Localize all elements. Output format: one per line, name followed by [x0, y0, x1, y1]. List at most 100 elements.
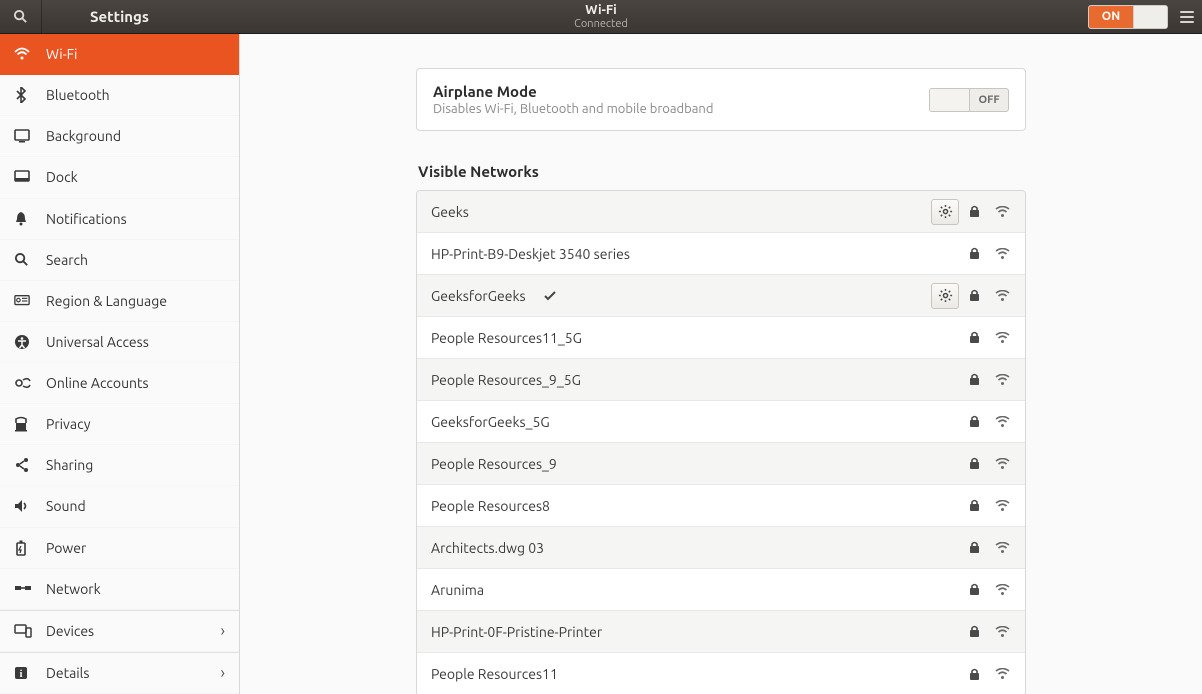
lock-icon [969, 668, 985, 681]
sidebar-item-label: Online Accounts [46, 375, 149, 391]
wifi-signal-icon [995, 626, 1011, 638]
sidebar-item-devices[interactable]: Devices › [0, 611, 239, 652]
dock-icon [14, 170, 32, 184]
network-row[interactable]: GeeksforGeeks_5G [417, 401, 1025, 443]
wifi-signal-icon [995, 206, 1011, 218]
sidebar-item-label: Sharing [46, 457, 93, 473]
lock-icon [969, 373, 985, 386]
wifi-toggle-knob [1133, 6, 1167, 28]
sidebar-item-wi-fi[interactable]: Wi-Fi [0, 34, 239, 75]
menu-button[interactable] [1176, 11, 1198, 23]
lock-icon [969, 289, 985, 302]
sidebar-item-label: Search [46, 252, 88, 268]
sidebar-item-label: Universal Access [46, 334, 149, 350]
app-title: Settings [90, 8, 149, 25]
network-row[interactable]: Architects.dwg 03 [417, 527, 1025, 569]
network-name: People Resources11 [431, 666, 558, 682]
wifi-signal-icon [995, 584, 1011, 596]
sidebar-item-region-language[interactable]: Region & Language [0, 281, 239, 322]
sidebar-item-label: Dock [46, 169, 78, 185]
airplane-mode-toggle[interactable]: OFF [929, 88, 1009, 112]
network-row[interactable]: HP-Print-B9-Deskjet 3540 series [417, 233, 1025, 275]
network-name: GeeksforGeeks [431, 288, 526, 304]
wifi-signal-icon [995, 416, 1011, 428]
sidebar-item-label: Bluetooth [46, 87, 110, 103]
sidebar-item-label: Notifications [46, 211, 127, 227]
lock-icon [969, 541, 985, 554]
sidebar-item-label: Wi-Fi [46, 46, 77, 62]
sidebar-item-bluetooth[interactable]: Bluetooth [0, 75, 239, 116]
wifi-signal-icon [995, 290, 1011, 302]
accounts-icon [14, 376, 32, 390]
chevron-right-icon: › [221, 622, 226, 640]
devices-icon [14, 624, 32, 638]
wifi-toggle[interactable]: ON [1088, 5, 1168, 29]
airplane-mode-desc: Disables Wi-Fi, Bluetooth and mobile bro… [433, 102, 713, 116]
sidebar-item-dock[interactable]: Dock [0, 157, 239, 198]
globe-icon [14, 294, 32, 308]
share-icon [14, 457, 32, 473]
network-row[interactable]: Arunima [417, 569, 1025, 611]
network-settings-button[interactable] [931, 283, 959, 309]
lock-icon [969, 331, 985, 344]
network-row[interactable]: People Resources_9 [417, 443, 1025, 485]
network-name: People Resources_9_5G [431, 372, 581, 388]
network-row[interactable]: HP-Print-0F-Pristine-Printer [417, 611, 1025, 653]
network-row[interactable]: People Resources11 [417, 653, 1025, 694]
lock-icon [969, 499, 985, 512]
sidebar-item-label: Network [46, 581, 101, 597]
sidebar-item-search[interactable]: Search [0, 240, 239, 281]
details-icon: i [14, 666, 32, 680]
sidebar-item-sharing[interactable]: Sharing [0, 445, 239, 486]
network-name: Arunima [431, 582, 484, 598]
network-row[interactable]: People Resources_9_5G [417, 359, 1025, 401]
wifi-signal-icon [995, 248, 1011, 260]
bluetooth-icon [14, 87, 32, 103]
network-icon [14, 583, 32, 595]
network-name: GeeksforGeeks_5G [431, 414, 550, 430]
network-settings-button[interactable] [931, 199, 959, 225]
sidebar-item-details[interactable]: i Details › [0, 653, 239, 694]
page-title: Wi-Fi [574, 3, 628, 17]
network-row[interactable]: Geeks [417, 191, 1025, 233]
network-name: People Resources11_5G [431, 330, 582, 346]
lock-icon [969, 247, 985, 260]
sidebar-item-sound[interactable]: Sound [0, 486, 239, 527]
sidebar-item-background[interactable]: Background [0, 116, 239, 157]
airplane-toggle-knob [930, 89, 970, 111]
network-name: People Resources_9 [431, 456, 557, 472]
sidebar-item-universal-access[interactable]: Universal Access [0, 322, 239, 363]
lock-icon [969, 583, 985, 596]
sidebar-item-label: Background [46, 128, 121, 144]
sound-icon [14, 499, 32, 513]
network-list: Geeks HP-Print-B9-Deskjet 3540 series Geek… [416, 190, 1026, 694]
network-row[interactable]: People Resources8 [417, 485, 1025, 527]
accessibility-icon [14, 334, 32, 350]
header-search-button[interactable] [0, 0, 42, 34]
sidebar-item-online-accounts[interactable]: Online Accounts [0, 363, 239, 404]
bell-icon [14, 211, 32, 227]
background-icon [14, 129, 32, 143]
wifi-signal-icon [995, 542, 1011, 554]
lock-icon [969, 205, 985, 218]
chevron-right-icon: › [221, 664, 226, 682]
network-name: HP-Print-0F-Pristine-Printer [431, 624, 602, 640]
wifi-signal-icon [995, 374, 1011, 386]
svg-text:i: i [20, 669, 23, 680]
sidebar-item-label: Details [46, 665, 89, 681]
page-subtitle: Connected [574, 18, 628, 30]
network-row[interactable]: People Resources11_5G [417, 317, 1025, 359]
wifi-signal-icon [995, 668, 1011, 680]
sidebar-item-power[interactable]: Power [0, 528, 239, 569]
sidebar-item-network[interactable]: Network [0, 569, 239, 610]
network-name: Architects.dwg 03 [431, 540, 544, 556]
power-icon [14, 540, 32, 556]
network-name: People Resources8 [431, 498, 550, 514]
airplane-toggle-label: OFF [970, 89, 1008, 111]
network-name: HP-Print-B9-Deskjet 3540 series [431, 246, 630, 262]
sidebar-item-label: Devices [46, 623, 94, 639]
sidebar-item-privacy[interactable]: Privacy [0, 404, 239, 445]
network-row[interactable]: GeeksforGeeks [417, 275, 1025, 317]
airplane-mode-title: Airplane Mode [433, 83, 713, 100]
sidebar-item-notifications[interactable]: Notifications [0, 199, 239, 240]
